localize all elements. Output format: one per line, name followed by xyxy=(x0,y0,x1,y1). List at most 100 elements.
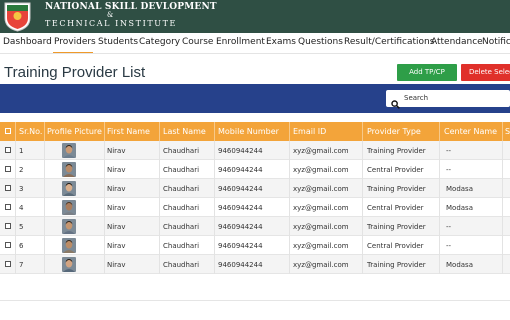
column-divider xyxy=(104,141,105,160)
column-header-email[interactable]: Email ID xyxy=(293,127,326,136)
column-header-provider-type[interactable]: Provider Type xyxy=(367,127,421,136)
column-divider xyxy=(15,179,16,198)
column-header-srno[interactable]: Sr.No. xyxy=(19,127,42,136)
brand-name: NATIONAL SKILL DEVLOPMENT & TECHNICAL IN… xyxy=(45,2,217,28)
brand-ampersand: & xyxy=(107,11,114,19)
profile-picture-avatar[interactable] xyxy=(62,200,76,215)
table-row[interactable]: 6 Nirav Chaudhari 9460944244 xyz@gmail.com Ce… xyxy=(0,236,510,255)
column-divider xyxy=(104,236,105,255)
cell-mobile-number: 9460944244 xyxy=(218,223,263,231)
column-divider xyxy=(15,141,16,160)
column-divider xyxy=(214,160,215,179)
column-header-mobile-number[interactable]: Mobile Number xyxy=(218,127,279,136)
column-divider xyxy=(439,198,440,217)
cell-email[interactable]: xyz@gmail.com xyxy=(293,166,349,174)
column-header-profile-picture[interactable]: Profile Picture xyxy=(47,127,102,136)
column-divider xyxy=(214,198,215,217)
table-row[interactable]: 5 Nirav Chaudhari 9460944244 xyz@gmail.com Tr… xyxy=(0,217,510,236)
cell-srno: 5 xyxy=(19,223,24,231)
table-row[interactable]: 1 Nirav Chaudhari 9460944244 xyz@gmail.com Tr… xyxy=(0,141,510,160)
nav-item-results[interactable]: Result/Certifications xyxy=(344,37,434,47)
table-row[interactable]: 2 Nirav Chaudhari 9460944244 xyz@gmail.com Ce… xyxy=(0,160,510,179)
row-checkbox[interactable] xyxy=(5,147,11,153)
row-checkbox[interactable] xyxy=(5,261,11,267)
column-divider xyxy=(289,160,290,179)
institute-logo-icon[interactable] xyxy=(3,1,32,32)
delete-selected-button[interactable]: Delete Selec xyxy=(461,64,510,81)
column-divider xyxy=(439,236,440,255)
search-input[interactable]: Search xyxy=(386,90,510,109)
cell-email[interactable]: xyz@gmail.com xyxy=(293,204,349,212)
table-row[interactable]: 4 Nirav Chaudhari 9460944244 xyz@gmail.com Ce… xyxy=(0,198,510,217)
cell-last-name: Chaudhari xyxy=(163,147,200,155)
search-icon xyxy=(391,94,400,109)
nav-item-course[interactable]: Course xyxy=(182,37,213,47)
column-divider xyxy=(362,255,363,274)
row-checkbox[interactable] xyxy=(5,242,11,248)
add-provider-button[interactable]: Add TP/CP xyxy=(397,64,457,81)
profile-picture-avatar[interactable] xyxy=(62,181,76,196)
column-divider xyxy=(439,141,440,160)
column-divider xyxy=(15,198,16,217)
table-row[interactable]: 3 Nirav Chaudhari 9460944244 xyz@gmail.com Tr… xyxy=(0,179,510,198)
column-header-last-name[interactable]: Last Name xyxy=(163,127,206,136)
cell-email[interactable]: xyz@gmail.com xyxy=(293,261,349,269)
column-header-first-name[interactable]: First Name xyxy=(107,127,150,136)
select-all-checkbox[interactable] xyxy=(5,128,11,134)
table-header: Sr.No. Profile Picture First Name Last N… xyxy=(0,122,510,141)
nav-item-enrollment[interactable]: Enrollment xyxy=(216,37,265,47)
row-checkbox[interactable] xyxy=(5,204,11,210)
column-header-extra[interactable]: S xyxy=(505,127,510,136)
column-divider xyxy=(44,160,45,179)
cell-center-name: -- xyxy=(446,147,452,155)
cell-email[interactable]: xyz@gmail.com xyxy=(293,242,349,250)
column-divider xyxy=(104,122,105,141)
cell-provider-type: Training Provider xyxy=(367,185,426,193)
cell-email[interactable]: xyz@gmail.com xyxy=(293,147,349,155)
profile-picture-avatar[interactable] xyxy=(62,143,76,158)
nav-item-exams[interactable]: Exams xyxy=(266,37,296,47)
row-checkbox[interactable] xyxy=(5,185,11,191)
column-divider xyxy=(362,198,363,217)
column-divider xyxy=(362,141,363,160)
brand-line-1: NATIONAL SKILL DEVLOPMENT xyxy=(45,2,217,12)
profile-picture-avatar[interactable] xyxy=(62,257,76,272)
profile-picture-avatar[interactable] xyxy=(62,219,76,234)
cell-provider-type: Central Provider xyxy=(367,242,424,250)
cell-last-name: Chaudhari xyxy=(163,185,200,193)
nav-item-questions[interactable]: Questions xyxy=(298,37,343,47)
row-checkbox[interactable] xyxy=(5,166,11,172)
cell-email[interactable]: xyz@gmail.com xyxy=(293,185,349,193)
cell-srno: 4 xyxy=(19,204,24,212)
column-divider xyxy=(15,255,16,274)
column-divider xyxy=(214,255,215,274)
column-divider xyxy=(104,198,105,217)
column-divider xyxy=(159,217,160,236)
profile-picture-avatar[interactable] xyxy=(62,162,76,177)
cell-center-name: -- xyxy=(446,242,452,250)
column-divider xyxy=(502,236,503,255)
profile-picture-avatar[interactable] xyxy=(62,238,76,253)
cell-first-name: Nirav xyxy=(107,242,126,250)
cell-mobile-number: 9460944244 xyxy=(218,185,263,193)
column-divider xyxy=(104,255,105,274)
page-title: Training Provider List xyxy=(4,64,146,81)
column-divider xyxy=(214,217,215,236)
nav-item-notifications[interactable]: Notifica xyxy=(482,37,510,47)
cell-email[interactable]: xyz@gmail.com xyxy=(293,223,349,231)
column-divider xyxy=(159,122,160,141)
column-divider xyxy=(159,141,160,160)
nav-item-attendance[interactable]: Attendance xyxy=(431,37,483,47)
nav-item-category[interactable]: Category xyxy=(139,37,180,47)
nav-item-students[interactable]: Students xyxy=(98,37,138,47)
row-checkbox[interactable] xyxy=(5,223,11,229)
column-divider xyxy=(362,217,363,236)
nav-item-dashboard[interactable]: Dashboard xyxy=(3,37,52,47)
table-row[interactable]: 7 Nirav Chaudhari 9460944244 xyz@gmail.com Tr… xyxy=(0,255,510,274)
nav-item-providers[interactable]: Providers xyxy=(54,37,96,47)
column-header-center-name[interactable]: Center Name xyxy=(444,127,497,136)
cell-center-name: Modasa xyxy=(446,261,473,269)
column-divider xyxy=(502,122,503,141)
column-divider xyxy=(159,255,160,274)
column-divider xyxy=(214,236,215,255)
